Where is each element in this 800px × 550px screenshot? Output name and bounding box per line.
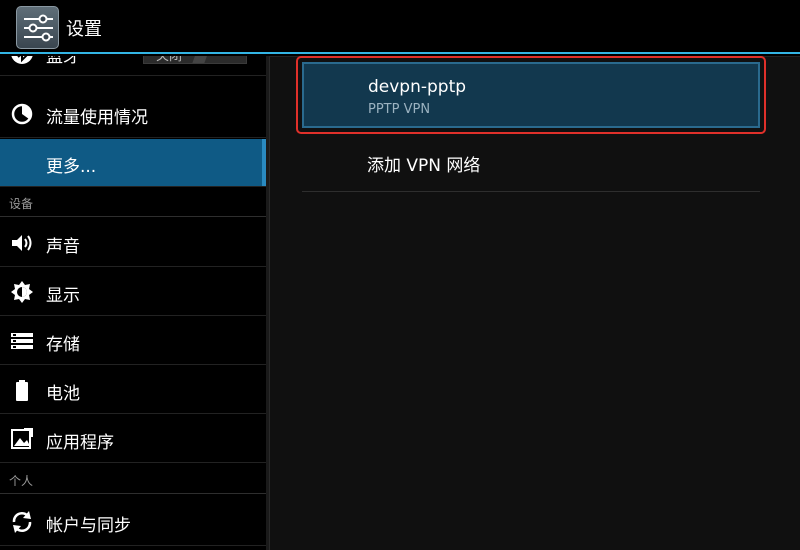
bluetooth-toggle[interactable]: 关闭: [143, 56, 247, 64]
speaker-icon: [10, 231, 34, 255]
sidebar-item-more[interactable]: 更多...: [0, 139, 266, 187]
sidebar-item-sound[interactable]: 声音: [0, 219, 266, 267]
brightness-icon: [10, 280, 34, 304]
sidebar-item-display[interactable]: 显示: [0, 268, 266, 316]
sidebar-item-label: 帐户与同步: [46, 516, 131, 536]
add-vpn-button[interactable]: 添加 VPN 网络: [302, 136, 760, 192]
battery-icon: [10, 378, 34, 402]
sidebar-item-storage[interactable]: 存储: [0, 317, 266, 365]
sidebar-item-label: 显示: [46, 286, 80, 306]
bluetooth-icon: [10, 56, 34, 65]
vpn-settings-pane: devpn-pptp PPTP VPN 添加 VPN 网络: [269, 56, 800, 550]
sidebar-item-label: 存储: [46, 335, 80, 355]
settings-sidebar: 蓝牙 关闭 流量使用情况 更多... 设备 声音 显示 存储 电池 应用程序 个…: [0, 56, 266, 550]
section-header-label: 设备: [9, 197, 34, 211]
sidebar-item-accounts[interactable]: 帐户与同步: [0, 498, 266, 546]
sidebar-item-label: 流量使用情况: [46, 108, 148, 128]
sidebar-item-label: 更多...: [46, 157, 97, 177]
data-usage-icon: [10, 102, 34, 126]
section-header-device: 设备: [0, 189, 266, 217]
toggle-thumb: [192, 56, 212, 63]
sidebar-item-label: 声音: [46, 237, 80, 257]
vpn-profile-type: PPTP VPN: [368, 102, 431, 117]
sidebar-item-label: 应用程序: [46, 433, 114, 453]
storage-icon: [10, 329, 34, 353]
sidebar-item-battery[interactable]: 电池: [0, 366, 266, 414]
vpn-profile-item[interactable]: devpn-pptp PPTP VPN: [302, 62, 760, 128]
sidebar-item-label: 蓝牙: [46, 56, 80, 67]
page-title: 设置: [66, 19, 102, 40]
apps-icon: [10, 427, 34, 451]
sidebar-item-bluetooth[interactable]: 蓝牙 关闭: [0, 56, 266, 76]
sync-icon: [10, 510, 34, 534]
section-header-personal: 个人: [0, 466, 266, 494]
sidebar-item-data-usage[interactable]: 流量使用情况: [0, 90, 266, 138]
add-vpn-label: 添加 VPN 网络: [367, 156, 481, 176]
section-header-label: 个人: [9, 474, 34, 488]
toggle-label: 关闭: [156, 56, 183, 64]
settings-sliders-icon[interactable]: [16, 6, 59, 49]
vpn-profile-name: devpn-pptp: [368, 77, 467, 97]
sidebar-item-label: 电池: [46, 384, 80, 404]
action-bar: 设置: [0, 0, 800, 54]
sidebar-item-apps[interactable]: 应用程序: [0, 415, 266, 463]
